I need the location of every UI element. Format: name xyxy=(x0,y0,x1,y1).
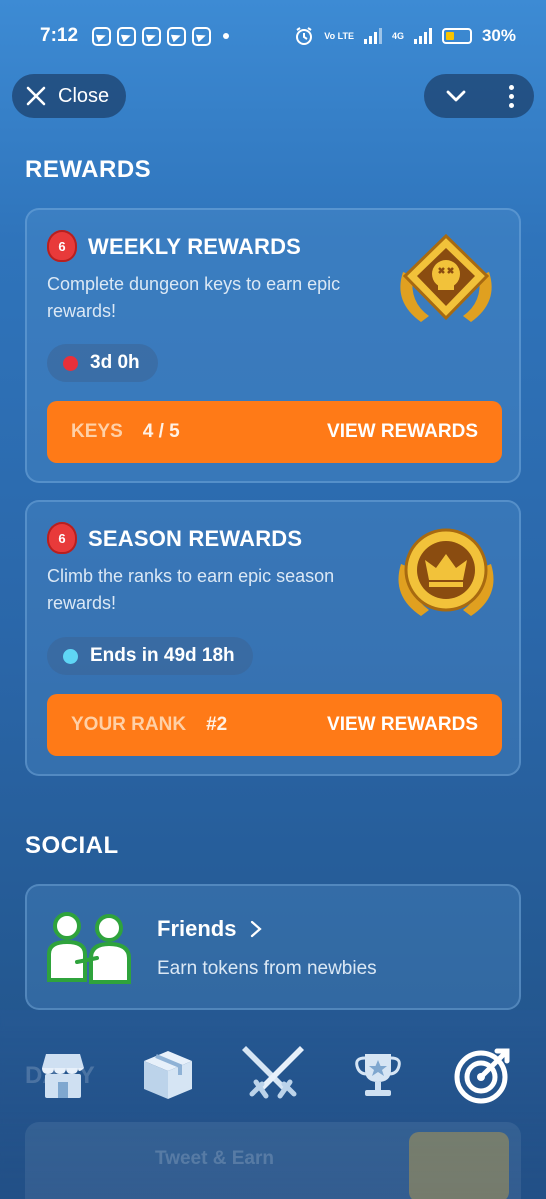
weekly-rewards-title: WEEKLY REWARDS xyxy=(88,234,302,259)
season-badge: 6 xyxy=(47,522,77,554)
weekly-timer: 3d 0h xyxy=(47,344,158,382)
rank-label: YOUR RANK xyxy=(71,714,187,735)
season-medal-icon xyxy=(398,528,494,616)
ghost-item: Tweet & Earn xyxy=(155,1148,274,1169)
friends-card[interactable]: Friends Earn tokens from newbies xyxy=(25,884,521,1010)
telegram-notification-icon xyxy=(92,26,112,46)
nav-inventory[interactable] xyxy=(133,1040,203,1110)
battery-icon xyxy=(441,28,472,44)
telegram-notification-icon xyxy=(142,26,162,46)
keys-value: 4 / 5 xyxy=(142,421,180,442)
chevron-down-icon[interactable] xyxy=(444,84,468,108)
more-options-icon[interactable] xyxy=(508,84,514,108)
telegram-notification-icon xyxy=(192,26,212,46)
volte-label: Vo LTE xyxy=(324,30,354,41)
telegram-notification-icon xyxy=(117,26,137,46)
chevron-right-icon xyxy=(251,920,263,938)
friends-subtitle: Earn tokens from newbies xyxy=(157,958,377,979)
nav-quests[interactable] xyxy=(448,1040,518,1110)
signal-icon xyxy=(413,28,432,44)
trophy-icon xyxy=(355,1054,401,1096)
season-rewards-description: Climb the ranks to earn epic season rewa… xyxy=(47,566,335,613)
season-view-rewards-button[interactable]: YOUR RANK #2 VIEW REWARDS xyxy=(47,694,502,756)
mini-app-header: Close xyxy=(12,74,534,118)
view-rewards-label: VIEW REWARDS xyxy=(327,421,478,442)
network-type-label: 4G xyxy=(391,30,404,41)
season-rewards-card: 6 SEASON REWARDS Climb the ranks to earn… xyxy=(25,500,521,776)
crossed-swords-icon xyxy=(241,1046,304,1099)
bottom-nav xyxy=(0,1035,546,1115)
alarm-icon xyxy=(296,27,313,45)
season-timer: Ends in 49d 18h xyxy=(47,637,253,675)
weekly-rewards-card: 6 WEEKLY REWARDS Complete dungeon keys t… xyxy=(25,208,521,483)
close-button[interactable]: Close xyxy=(12,74,126,118)
nav-leaderboard[interactable] xyxy=(343,1040,413,1110)
season-rewards-title: SEASON REWARDS xyxy=(88,526,303,551)
social-section-title: SOCIAL xyxy=(25,832,119,859)
friends-title-row: Friends xyxy=(157,916,263,942)
timer-dot-icon xyxy=(63,648,78,664)
close-label: Close xyxy=(58,84,110,107)
weekly-rewards-description: Complete dungeon keys to earn epic rewar… xyxy=(47,274,341,321)
weekly-view-rewards-button[interactable]: KEYS 4 / 5 VIEW REWARDS xyxy=(47,401,502,463)
nav-battle[interactable] xyxy=(238,1040,308,1110)
weekly-timer-text: 3d 0h xyxy=(90,352,140,373)
target-icon xyxy=(454,1048,510,1104)
store-icon xyxy=(41,1054,84,1098)
weekly-badge: 6 xyxy=(47,230,77,262)
close-icon xyxy=(26,86,46,106)
friends-title: Friends xyxy=(157,916,237,941)
ghost-button xyxy=(409,1132,509,1199)
ghost-card: Tweet & Earn xyxy=(25,1122,521,1199)
rewards-section-title: REWARDS xyxy=(25,156,152,183)
weekly-medal-icon xyxy=(400,233,492,322)
season-timer-text: Ends in 49d 18h xyxy=(90,645,235,666)
menu-group xyxy=(424,74,534,118)
rank-value: #2 xyxy=(206,714,228,735)
nav-shop[interactable] xyxy=(28,1040,98,1110)
signal-icon xyxy=(363,28,382,44)
telegram-notification-icon xyxy=(167,26,187,46)
status-bar: 7:12 Vo LTE 4G 30% xyxy=(0,0,546,72)
view-rewards-label: VIEW REWARDS xyxy=(327,714,478,735)
friends-icon xyxy=(47,912,131,984)
status-time: 7:12 xyxy=(40,25,79,46)
keys-label: KEYS xyxy=(71,421,123,442)
more-notifications-icon xyxy=(223,33,230,39)
battery-percent: 30% xyxy=(481,26,516,45)
timer-dot-icon xyxy=(63,355,78,371)
box-icon xyxy=(143,1051,192,1099)
